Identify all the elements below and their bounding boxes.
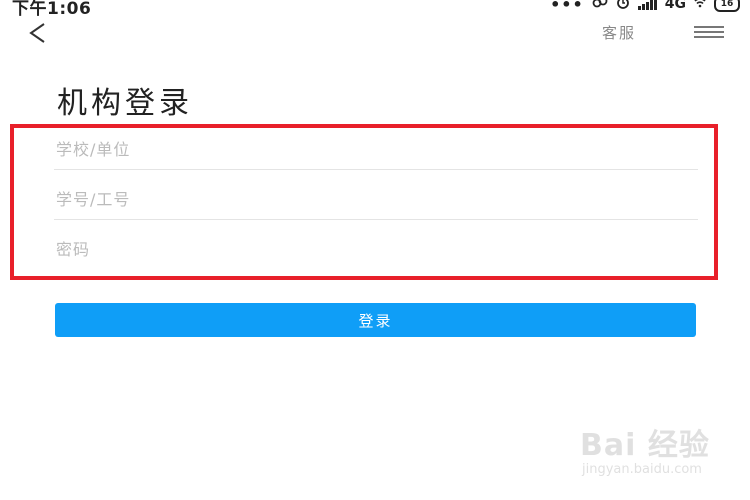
signal-icon: [637, 0, 657, 10]
menu-button[interactable]: [694, 24, 724, 40]
menu-icon-line: [694, 26, 724, 28]
battery-indicator: 16: [714, 0, 740, 12]
login-button[interactable]: 登录: [55, 303, 696, 337]
login-screen: 下午1:06 ••• 4G 16 客服 机构登录 学校/单位 学号/工号 登录 …: [0, 0, 750, 500]
menu-icon-line: [694, 36, 724, 38]
watermark-url: jingyan.baidu.com: [582, 462, 702, 477]
status-bar: 下午1:06 ••• 4G 16: [0, 0, 750, 19]
menu-icon-line: [694, 31, 724, 33]
link-icon: [592, 0, 608, 12]
notification-dots-icon: •••: [550, 0, 584, 14]
back-button[interactable]: [22, 18, 52, 48]
customer-service-link[interactable]: 客服: [602, 22, 636, 43]
baidu-jingyan-watermark: Bai 经验 jingyan.baidu.com: [580, 420, 740, 490]
password-input[interactable]: [54, 229, 698, 269]
school-input[interactable]: [54, 130, 698, 170]
network-type: 4G: [664, 0, 686, 12]
status-time: 下午1:06: [12, 0, 92, 19]
alarm-icon: [616, 0, 630, 13]
watermark-brand: Bai 经验: [580, 428, 710, 463]
student-id-input[interactable]: [54, 180, 698, 220]
page-title: 机构登录: [57, 86, 193, 121]
wifi-icon: [694, 0, 706, 12]
status-icons: ••• 4G 16: [550, 0, 740, 14]
chevron-left-icon: [29, 23, 45, 43]
